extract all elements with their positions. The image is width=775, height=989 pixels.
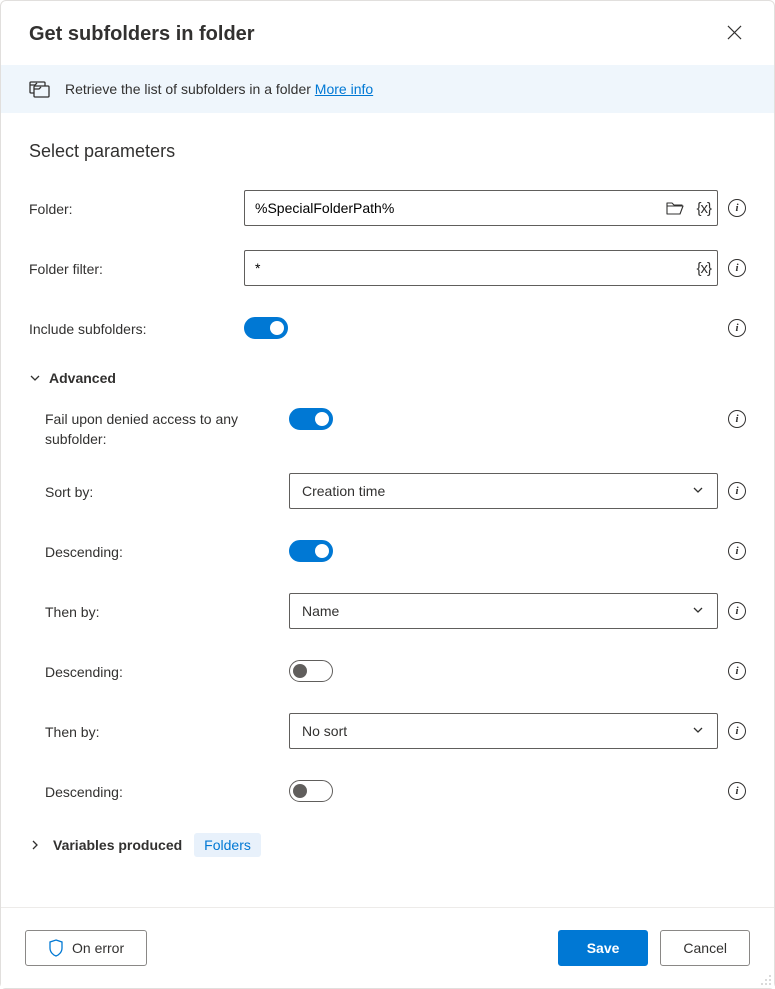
info-button[interactable]: i [728, 259, 746, 277]
folder-stack-icon [29, 79, 51, 99]
info-button[interactable]: i [728, 199, 746, 217]
then-by1-label: Then by: [29, 602, 259, 620]
fail-access-row: Fail upon denied access to any subfolder… [29, 408, 746, 449]
fail-access-toggle[interactable] [289, 408, 333, 430]
folder-filter-input[interactable] [245, 251, 690, 285]
descending2-label: Descending: [29, 662, 259, 680]
info-button[interactable]: i [728, 662, 746, 680]
dialog-title: Get subfolders in folder [29, 23, 255, 46]
then-by1-row: Then by: Name i [29, 593, 746, 629]
then-by1-select[interactable]: Name [289, 593, 718, 629]
close-icon [727, 25, 742, 40]
descending2-toggle[interactable] [289, 660, 333, 682]
browse-folder-button[interactable] [660, 201, 690, 215]
close-button[interactable] [723, 21, 746, 47]
info-button[interactable]: i [728, 410, 746, 428]
include-subfolders-toggle[interactable] [244, 317, 288, 339]
include-subfolders-row: Include subfolders: i [29, 310, 746, 346]
more-info-link[interactable]: More info [315, 81, 373, 97]
fail-access-label: Fail upon denied access to any subfolder… [29, 408, 259, 449]
dialog-footer: On error Save Cancel [1, 907, 774, 988]
advanced-expander[interactable]: Advanced [29, 370, 746, 386]
folder-input[interactable] [245, 191, 660, 225]
descending3-toggle[interactable] [289, 780, 333, 802]
sort-by-select[interactable]: Creation time [289, 473, 718, 509]
banner-text: Retrieve the list of subfolders in a fol… [65, 81, 373, 97]
descending2-row: Descending: i [29, 653, 746, 689]
info-button[interactable]: i [728, 482, 746, 500]
insert-variable-button[interactable]: {x} [690, 200, 717, 217]
sort-by-value: Creation time [302, 483, 385, 499]
sort-by-row: Sort by: Creation time i [29, 473, 746, 509]
info-button[interactable]: i [728, 542, 746, 560]
folder-row: Folder: {x} i [29, 190, 746, 226]
descending1-row: Descending: i [29, 533, 746, 569]
description-banner: Retrieve the list of subfolders in a fol… [1, 65, 774, 113]
resize-grip-icon[interactable] [760, 974, 772, 986]
then-by2-value: No sort [302, 723, 347, 739]
on-error-button[interactable]: On error [25, 930, 147, 966]
info-button[interactable]: i [728, 722, 746, 740]
open-folder-icon [666, 201, 684, 215]
info-button[interactable]: i [728, 782, 746, 800]
info-button[interactable]: i [728, 319, 746, 337]
sort-by-label: Sort by: [29, 482, 259, 500]
variables-produced-row: Variables produced Folders [29, 833, 746, 857]
include-subfolders-label: Include subfolders: [29, 319, 244, 337]
folder-filter-input-wrapper: {x} [244, 250, 718, 286]
shield-icon [48, 939, 64, 957]
descending1-toggle[interactable] [289, 540, 333, 562]
descending3-row: Descending: i [29, 773, 746, 809]
folder-filter-row: Folder filter: {x} i [29, 250, 746, 286]
cancel-button[interactable]: Cancel [660, 930, 750, 966]
chevron-down-icon [691, 603, 705, 620]
save-button[interactable]: Save [558, 930, 649, 966]
dialog-header: Get subfolders in folder [1, 1, 774, 65]
then-by2-label: Then by: [29, 722, 259, 740]
folder-label: Folder: [29, 199, 244, 217]
insert-variable-button[interactable]: {x} [690, 260, 717, 277]
variable-tag[interactable]: Folders [194, 833, 261, 857]
info-button[interactable]: i [728, 602, 746, 620]
then-by1-value: Name [302, 603, 339, 619]
section-title: Select parameters [29, 141, 746, 162]
chevron-down-icon [691, 483, 705, 500]
folder-filter-label: Folder filter: [29, 259, 244, 277]
folder-input-wrapper: {x} [244, 190, 718, 226]
then-by2-select[interactable]: No sort [289, 713, 718, 749]
chevron-down-icon [29, 372, 41, 384]
then-by2-row: Then by: No sort i [29, 713, 746, 749]
chevron-right-icon[interactable] [29, 839, 41, 851]
variable-icon: {x} [696, 200, 711, 217]
variable-icon: {x} [696, 260, 711, 277]
descending1-label: Descending: [29, 542, 259, 560]
descending3-label: Descending: [29, 782, 259, 800]
dialog-content: Select parameters Folder: {x} i Folder f… [1, 113, 774, 894]
advanced-block: Fail upon denied access to any subfolder… [29, 408, 746, 809]
advanced-label: Advanced [49, 370, 116, 386]
variables-produced-label[interactable]: Variables produced [53, 837, 182, 853]
chevron-down-icon [691, 723, 705, 740]
